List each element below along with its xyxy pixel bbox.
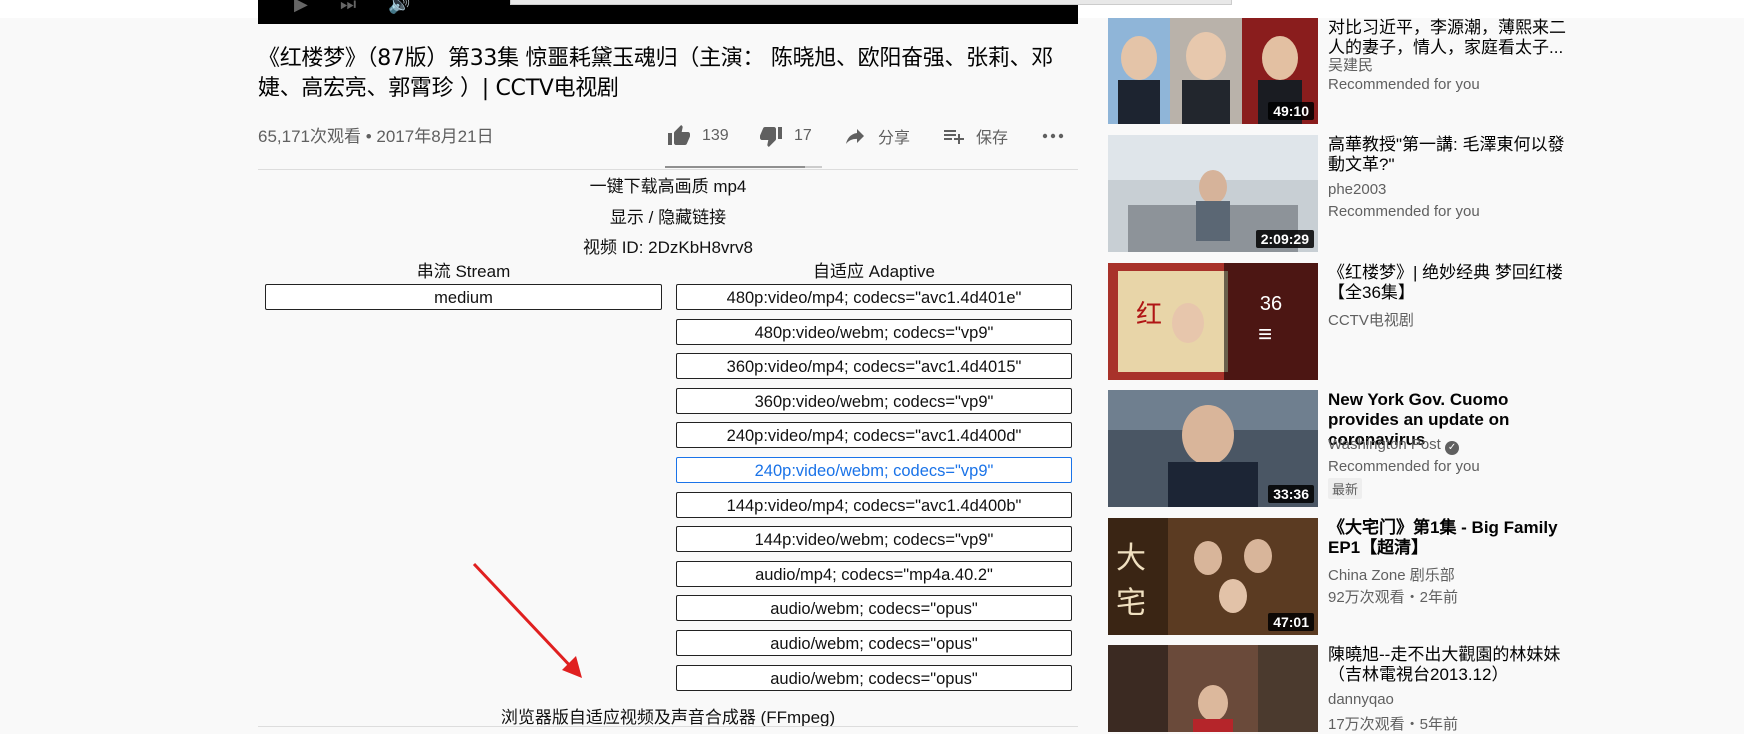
- video-id-label: 视频 ID: 2DzKbH8vrv8: [582, 238, 754, 257]
- view-count-date: 65,171次观看 • 2017年8月21日: [258, 127, 494, 146]
- svg-text:红: 红: [1136, 300, 1162, 330]
- new-badge: 最新: [1328, 478, 1363, 499]
- channel-name[interactable]: China Zone 剧乐部: [1328, 564, 1455, 585]
- video-title[interactable]: 陳曉旭--走不出大觀園的林妹妹（吉林電視台2013.12）: [1328, 645, 1578, 685]
- ffmpeg-merger-link[interactable]: 浏览器版自适应视频及声音合成器 (FFmpeg): [258, 703, 1078, 728]
- video-meta: Recommended for you: [1328, 458, 1480, 475]
- stream-link[interactable]: medium: [265, 284, 662, 310]
- channel-name[interactable]: phe2003: [1328, 181, 1386, 198]
- adaptive-link[interactable]: 480p:video/webm; codecs="vp9": [676, 318, 1072, 345]
- red-arrow-annotation: [472, 562, 582, 678]
- verified-icon: ✓: [1445, 441, 1460, 455]
- dislike-button[interactable]: 17: [758, 124, 812, 148]
- video-thumbnail[interactable]: 2:09:29: [1108, 135, 1318, 252]
- next-icon[interactable]: ⏭: [340, 0, 356, 15]
- adaptive-link[interactable]: 240p:video/webm; codecs="vp9": [676, 457, 1072, 483]
- video-thumbnail[interactable]: [1108, 645, 1318, 732]
- adaptive-link[interactable]: audio/webm; codecs="opus": [676, 630, 1072, 656]
- like-button[interactable]: 139: [666, 124, 729, 148]
- adaptive-column-title: 自适应 Adaptive: [813, 262, 935, 281]
- thumbs-up-icon: [668, 125, 690, 145]
- play-icon[interactable]: ▶: [294, 0, 308, 15]
- volume-icon[interactable]: 🔊: [388, 0, 410, 15]
- adaptive-link[interactable]: audio/mp4; codecs="mp4a.40.2": [676, 560, 1072, 587]
- playlist-icon: ≡: [1258, 321, 1273, 348]
- video-title[interactable]: 高華教授"第一講: 毛澤東何以發動文革?": [1328, 135, 1578, 175]
- adaptive-link[interactable]: 240p:video/mp4; codecs="avc1.4d400d": [676, 422, 1072, 449]
- video-meta: Recommended for you: [1328, 76, 1480, 93]
- playlist-title[interactable]: 《红楼梦》| 绝妙经典 梦回红楼【全36集】: [1328, 263, 1578, 303]
- playlist-count: 36: [1259, 293, 1283, 315]
- video-title[interactable]: 《大宅门》第1集 - Big Family EP1【超清】: [1328, 518, 1578, 558]
- svg-text:宅: 宅: [1116, 586, 1146, 621]
- channel-label: Washington Post: [1328, 436, 1441, 453]
- channel-name[interactable]: CCTV电视剧: [1328, 309, 1414, 330]
- share-icon: [846, 129, 864, 144]
- adaptive-link[interactable]: audio/webm; codecs="opus": [676, 664, 1072, 691]
- share-label: 分享: [878, 130, 911, 147]
- duration-badge: 2:09:29: [1255, 230, 1314, 248]
- adaptive-link[interactable]: audio/webm; codecs="opus": [676, 595, 1072, 622]
- playlist-thumbnail[interactable]: 红 36 ≡: [1108, 263, 1318, 380]
- dislike-count: 17: [794, 127, 812, 144]
- video-meta: Recommended for you: [1328, 203, 1480, 220]
- sentiment-bar-like: [665, 166, 805, 168]
- like-count: 139: [702, 127, 729, 144]
- save-button[interactable]: 保存: [942, 124, 1008, 148]
- adaptive-link[interactable]: 360p:video/webm; codecs="vp9": [676, 387, 1072, 414]
- video-title: 《红楼梦》（87版）第33集 惊噩耗黛玉魂归（主演： 陈晓旭、欧阳奋强、张莉、邓…: [258, 46, 1053, 101]
- video-thumbnail[interactable]: 大 宅 47:01: [1108, 518, 1318, 635]
- thumbs-down-icon: [760, 127, 782, 147]
- download-mp4-link[interactable]: 一键下载高画质 mp4: [258, 172, 1078, 197]
- video-thumbnail[interactable]: 33:36: [1108, 390, 1318, 507]
- divider: [258, 169, 1078, 170]
- player-progress-box[interactable]: [510, 0, 1232, 5]
- duration-badge: 49:10: [1268, 102, 1314, 120]
- svg-text:大: 大: [1116, 541, 1146, 576]
- duration-badge: 33:36: [1268, 485, 1314, 503]
- more-horizontal-icon: [1042, 133, 1064, 139]
- duration-badge: 47:01: [1268, 613, 1314, 631]
- video-meta: 92万次观看・2年前: [1328, 589, 1459, 606]
- channel-name[interactable]: Washington Post ✓: [1328, 436, 1460, 455]
- stream-column-title: 串流 Stream: [416, 262, 511, 281]
- adaptive-link[interactable]: 144p:video/webm; codecs="vp9": [676, 526, 1072, 553]
- adaptive-link[interactable]: 360p:video/mp4; codecs="avc1.4d4015": [676, 353, 1072, 380]
- toggle-links-link[interactable]: 显示 / 隐藏链接: [258, 203, 1078, 228]
- video-title[interactable]: 对比习近平，李源潮，薄熙来二人的妻子，情人，家庭看太子...: [1328, 18, 1578, 58]
- adaptive-link[interactable]: 144p:video/mp4; codecs="avc1.4d400b": [676, 491, 1072, 518]
- channel-name[interactable]: 吴建民: [1328, 54, 1373, 75]
- save-label: 保存: [976, 130, 1009, 147]
- share-button[interactable]: 分享: [842, 124, 910, 148]
- playlist-add-icon: [944, 130, 964, 144]
- channel-name[interactable]: dannyqao: [1328, 691, 1394, 708]
- adaptive-link[interactable]: 480p:video/mp4; codecs="avc1.4d401e": [676, 284, 1072, 310]
- bottom-divider: [258, 726, 1078, 727]
- more-actions-button[interactable]: [1040, 124, 1066, 148]
- video-meta: 17万次观看・5年前: [1328, 716, 1459, 733]
- video-thumbnail[interactable]: 49:10: [1108, 18, 1318, 124]
